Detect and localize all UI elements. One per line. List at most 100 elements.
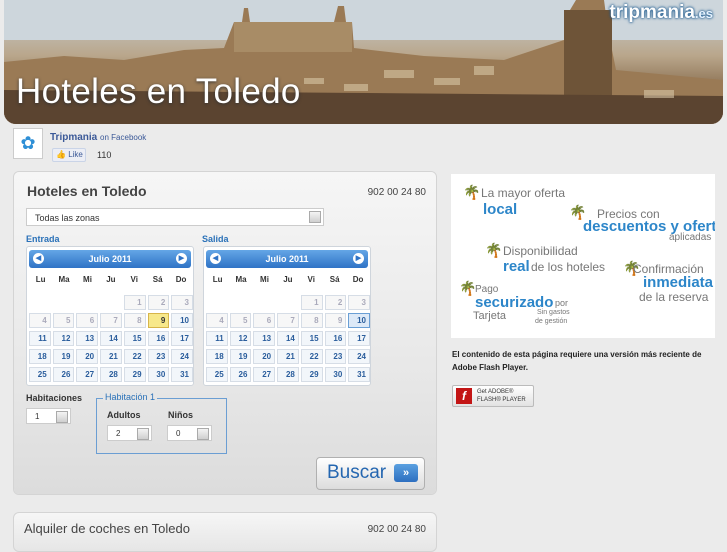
tripmania-logo[interactable]: tripmania.es xyxy=(609,2,713,24)
promo-text: local xyxy=(483,201,518,218)
dropdown-arrow-icon xyxy=(309,211,321,223)
promo-text: aplicadas xyxy=(669,232,712,243)
calendar-day[interactable]: 22 xyxy=(300,349,323,364)
calendar-day[interactable]: 12 xyxy=(229,331,252,346)
calendar-day[interactable]: 25 xyxy=(29,367,51,382)
car-rental-title: Alquiler de coches en Toledo xyxy=(24,521,190,536)
calendar-day[interactable]: 18 xyxy=(29,349,51,364)
day-grid: 1 2 3 4 5 6 7 8 9 10 11 12 13 14 15 16 17 18 19 20 21 22 23 24 2… xyxy=(206,295,370,382)
promo-text: Tarjeta xyxy=(473,310,507,322)
tripmania-avatar-icon[interactable]: ✿ xyxy=(13,128,43,159)
facebook-like-box: ✿ Tripmania on Facebook 👍 Like 110 xyxy=(13,127,223,163)
calendar-day[interactable]: 20 xyxy=(76,349,99,364)
calendar-day[interactable]: 20 xyxy=(253,349,276,364)
calendar-day: 1 xyxy=(300,295,323,310)
calendar-day[interactable]: 17 xyxy=(171,331,193,346)
facebook-page-name[interactable]: Tripmania on Facebook xyxy=(50,132,146,143)
flash-required-message: El contenido de esta página requiere una… xyxy=(452,350,702,372)
calendar-day[interactable]: 23 xyxy=(147,349,170,364)
search-title: Hoteles en Toledo xyxy=(27,183,147,199)
prev-month-icon[interactable]: ◀ xyxy=(210,253,221,264)
buscar-button[interactable]: Buscar» xyxy=(316,457,425,490)
calendar-day[interactable]: 30 xyxy=(324,367,347,382)
day-grid: 1 2 3 4 5 6 7 8 9 10 11 12 13 14 15 16 17 18 19 20 21 22 23 24 2… xyxy=(29,295,193,382)
calendar-day[interactable]: 28 xyxy=(100,367,122,382)
promo-text: de gestión xyxy=(535,318,568,325)
calendar-day: 1 xyxy=(123,295,146,310)
calendar-day[interactable]: 12 xyxy=(52,331,75,346)
calendar-day[interactable]: 21 xyxy=(100,349,122,364)
calendar-day[interactable]: 16 xyxy=(147,331,170,346)
adultos-select[interactable]: 2 xyxy=(107,425,152,441)
calendar-day[interactable]: 13 xyxy=(76,331,99,346)
promo-banner[interactable]: 🌴 La mayor oferta local 🌴 Precios con de… xyxy=(451,174,715,338)
calendar-day[interactable]: 31 xyxy=(171,367,193,382)
calendar-day: 4 xyxy=(29,313,51,328)
calendar-day[interactable]: 21 xyxy=(277,349,299,364)
calendar-day[interactable]: 28 xyxy=(277,367,299,382)
calendar-day[interactable]: 9 xyxy=(147,313,170,328)
next-month-icon[interactable]: ▶ xyxy=(353,253,364,264)
calendar-day[interactable]: 17 xyxy=(348,331,370,346)
promo-text: real xyxy=(503,258,530,275)
calendar-day[interactable]: 15 xyxy=(123,331,146,346)
calendar-day: 5 xyxy=(229,313,252,328)
calendar-day[interactable]: 24 xyxy=(171,349,193,364)
calendar-day[interactable]: 18 xyxy=(206,349,228,364)
calendar-day[interactable]: 19 xyxy=(52,349,75,364)
palm-icon: 🌴 xyxy=(463,184,481,200)
calendar-day[interactable]: 23 xyxy=(324,349,347,364)
calendar-day[interactable]: 14 xyxy=(100,331,122,346)
calendar-day[interactable]: 27 xyxy=(76,367,99,382)
calendar-day: 6 xyxy=(253,313,276,328)
calendar-day[interactable]: 30 xyxy=(147,367,170,382)
calendar-day[interactable]: 27 xyxy=(253,367,276,382)
checkout-calendar: ◀ Julio 2011 ▶ Lu Ma Mi Ju Vi Sá Do 1234567891… xyxy=(203,246,371,386)
weekday-label: Mi xyxy=(260,275,269,284)
header-banner: Hoteles en Toledo tripmania.es xyxy=(4,0,723,124)
weekday-label: Ma xyxy=(58,275,70,284)
calendar-day[interactable]: 13 xyxy=(253,331,276,346)
promo-text: de la reserva xyxy=(639,290,709,304)
calendar-day[interactable]: 10 xyxy=(171,313,193,328)
calendar-day[interactable]: 22 xyxy=(123,349,146,364)
calendar-day[interactable]: 29 xyxy=(300,367,323,382)
calendar-day: 2 xyxy=(324,295,347,310)
calendar-day[interactable]: 24 xyxy=(348,349,370,364)
calendar-day[interactable]: 10 xyxy=(348,313,370,328)
get-flash-player-button[interactable]: f Get ADOBE® FLASH® PLAYER xyxy=(452,385,534,407)
palm-icon: 🌴 xyxy=(485,242,503,258)
weekday-label: Lu xyxy=(212,275,223,284)
promo-text: Disponibilidad xyxy=(503,244,578,258)
prev-month-icon[interactable]: ◀ xyxy=(33,253,44,264)
next-month-icon[interactable]: ▶ xyxy=(176,253,187,264)
habitaciones-label: Habitaciones xyxy=(26,393,83,403)
calendar-day[interactable]: 26 xyxy=(229,367,252,382)
zone-select[interactable]: Todas las zonas xyxy=(26,208,324,226)
calendar-day: 5 xyxy=(52,313,75,328)
calendar-day[interactable]: 25 xyxy=(206,367,228,382)
weekday-label: Vi xyxy=(307,275,315,284)
calendar-day[interactable]: 16 xyxy=(324,331,347,346)
weekday-label: Do xyxy=(175,275,187,284)
ninos-select[interactable]: 0 xyxy=(167,425,212,441)
calendar-day[interactable]: 29 xyxy=(123,367,146,382)
calendar-day[interactable]: 31 xyxy=(348,367,370,382)
calendar-day[interactable]: 26 xyxy=(52,367,75,382)
promo-text: Sin gastos xyxy=(537,309,570,316)
facebook-like-button[interactable]: 👍 Like xyxy=(52,148,86,162)
calendar-day: 2 xyxy=(147,295,170,310)
calendar-day[interactable]: 11 xyxy=(206,331,228,346)
page-title: Hoteles en Toledo xyxy=(16,72,301,111)
calendar-day[interactable]: 19 xyxy=(229,349,252,364)
calendar-day: 8 xyxy=(123,313,146,328)
calendar-day[interactable]: 11 xyxy=(29,331,51,346)
calendar-day[interactable]: 14 xyxy=(277,331,299,346)
calendar-day: 8 xyxy=(300,313,323,328)
ninos-label: Niños xyxy=(168,410,194,420)
promo-text: por xyxy=(555,298,569,308)
calendar-day[interactable]: 15 xyxy=(300,331,323,346)
habitaciones-select[interactable]: 1 xyxy=(26,408,71,424)
like-count: 110 xyxy=(97,150,112,160)
weekday-label: Mi xyxy=(83,275,92,284)
